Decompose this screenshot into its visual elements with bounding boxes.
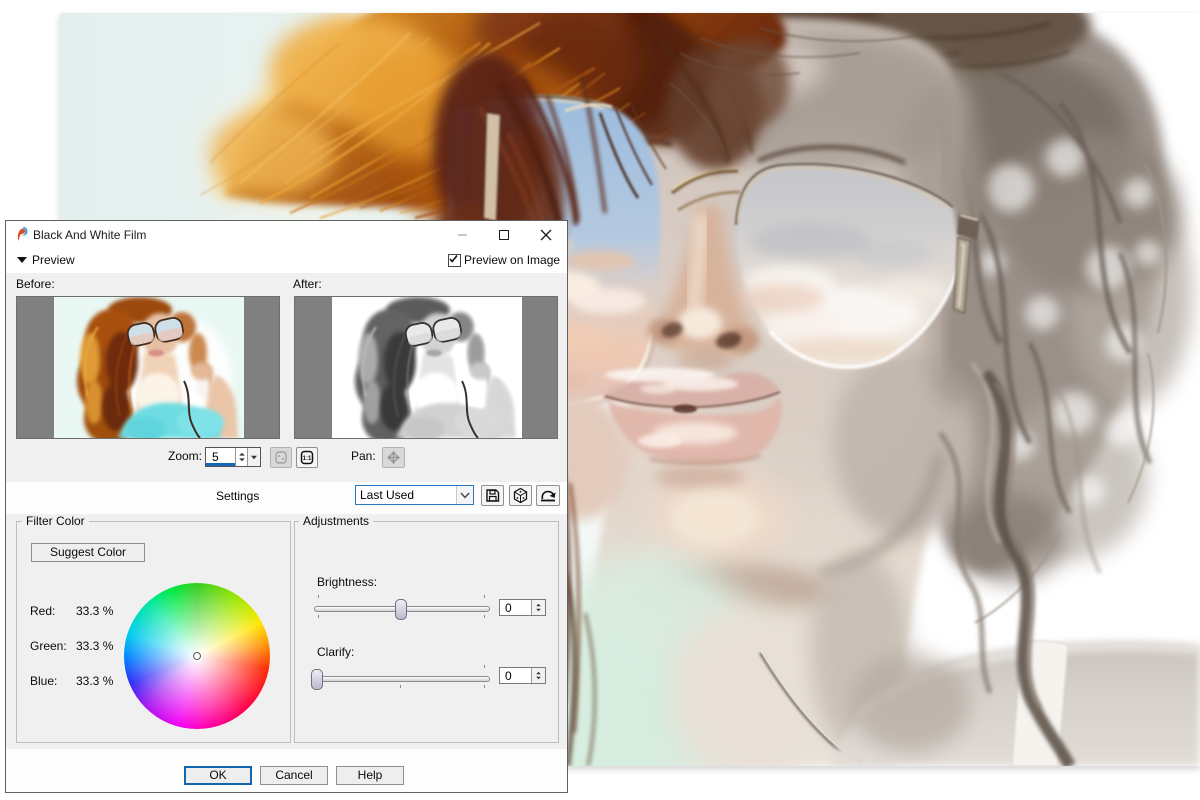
svg-text:1:1: 1:1: [303, 456, 312, 462]
